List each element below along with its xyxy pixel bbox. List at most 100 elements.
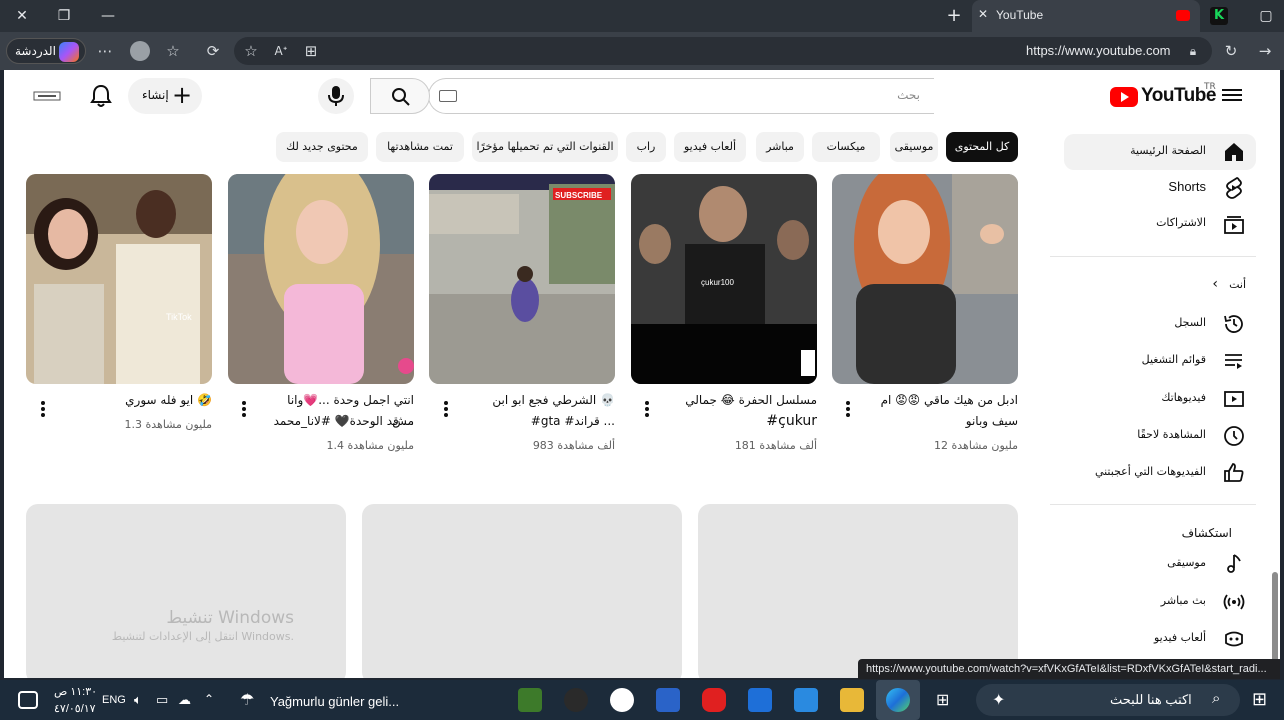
chip-gaming[interactable]: ألعاب فيديو (674, 132, 746, 162)
tray-overflow-icon[interactable]: ⌃ (204, 692, 214, 706)
address-bar[interactable]: ☆ Aᐩ ⊞ https://www.youtube.com 🔒︎ (234, 37, 1212, 65)
taskbar-search-placeholder: اكتب هنا للبحث (1110, 692, 1192, 707)
sidebar-item-label: الصفحة الرئيسية (1130, 144, 1206, 157)
create-button[interactable]: إنشاء + (128, 78, 202, 114)
close-window-icon[interactable]: ✕ (10, 4, 34, 28)
input-language[interactable]: ENG (102, 694, 126, 706)
sidebar-item-label: بث مباشر (1160, 594, 1206, 607)
browser-tab[interactable]: ✕ YouTube (972, 0, 1200, 32)
short-thumbnail[interactable]: çukur100 (631, 174, 817, 384)
weather-news-text[interactable]: Yağmurlu günler geli... (270, 694, 399, 709)
edge-taskbar-button[interactable] (876, 680, 920, 720)
short-title[interactable]: الشرطي فجع ابو ابن 💀 (465, 390, 615, 411)
chip-music[interactable]: موسيقى (890, 132, 938, 162)
restore-window-icon[interactable]: ❐ (52, 4, 76, 28)
sidebar-item-your-videos[interactable]: فيديوهاتك (1064, 381, 1256, 417)
chip-watched[interactable]: تمت مشاهدتها (376, 132, 464, 162)
sidebar-scrollbar[interactable] (1272, 572, 1278, 668)
chip-live[interactable]: مباشر (756, 132, 804, 162)
guide-menu-icon[interactable] (1222, 86, 1242, 104)
chip-new-to-you[interactable]: محتوى جديد لك (276, 132, 368, 162)
app-mic-icon[interactable] (564, 688, 588, 712)
forward-icon[interactable]: → (1254, 40, 1276, 62)
onedrive-icon[interactable]: ☁ (178, 692, 191, 708)
sidebar-item-liked-videos[interactable]: الفيديوهات التي أعجبتني (1064, 455, 1256, 491)
search-button[interactable] (370, 78, 430, 114)
youtube-page: YouTube TR بحث إنشاء + كل المحتوى موسيقى… (4, 70, 1280, 678)
app-r-icon[interactable] (610, 688, 634, 712)
account-avatar[interactable] (32, 86, 62, 106)
notifications-bell-icon[interactable] (90, 84, 112, 108)
sidebar-item-shorts[interactable]: Shorts (1064, 170, 1256, 206)
short-title-line2[interactable]: #çukur (667, 411, 817, 432)
minimize-window-icon[interactable]: — (96, 4, 120, 28)
app-v-icon[interactable] (518, 688, 542, 712)
clock-date[interactable]: ٤٧/٠٥/١٧ (54, 702, 96, 715)
short-thumbnail[interactable] (228, 174, 414, 384)
notifications-icon[interactable] (18, 691, 38, 709)
more-actions-icon[interactable] (242, 401, 246, 417)
more-actions-icon[interactable] (645, 401, 649, 417)
file-explorer-icon[interactable] (840, 688, 864, 712)
outlook-icon[interactable] (748, 688, 772, 712)
extensions-icon[interactable]: ⟳ (202, 40, 224, 62)
more-actions-icon[interactable] (41, 401, 45, 417)
short-thumbnail[interactable]: TikTok (26, 174, 212, 384)
chip-mixes[interactable]: ميكسات (812, 132, 880, 162)
short-title-line2[interactable]: #gta #قراند ... (465, 411, 615, 432)
short-title-line2[interactable]: قد الوحدة🖤 #لانا_محمد ... (264, 411, 414, 432)
more-options-icon[interactable]: ⋯ (94, 40, 116, 62)
network-icon[interactable]: ▭ (156, 692, 168, 708)
sidebar-item-gaming[interactable]: ألعاب فيديو (1064, 621, 1256, 657)
tab-close-icon[interactable]: ✕ (978, 7, 988, 21)
sidebar-you-header[interactable]: أنت ‹ (1064, 268, 1256, 304)
watermark-subtitle: انتقل إلى الإعدادات لتنشيط Windows. (111, 630, 294, 643)
refresh-icon[interactable]: ↻ (1220, 40, 1242, 62)
add-favorite-icon[interactable]: ☆ (240, 40, 262, 62)
keyboard-icon[interactable] (439, 90, 457, 102)
short-title-line2[interactable]: سيف وبانو (868, 411, 1018, 432)
more-actions-icon[interactable] (846, 401, 850, 417)
chip-recently-uploaded[interactable]: القنوات التي تم تحميلها مؤخرًا (472, 132, 618, 162)
sidebar-item-subscriptions[interactable]: الاشتراكات (1064, 206, 1256, 242)
youtube-app-icon[interactable] (702, 688, 726, 712)
read-aloud-icon[interactable]: Aᐩ (270, 40, 292, 62)
chip-all[interactable]: كل المحتوى (946, 132, 1018, 162)
subscribe-badge: SUBSCRIBE (555, 191, 603, 200)
favorites-icon[interactable]: ☆ (162, 40, 184, 62)
store-icon[interactable] (794, 688, 818, 712)
sidebar-item-home[interactable]: الصفحة الرئيسية (1064, 134, 1256, 170)
short-title[interactable]: مسلسل الحفرة 😂 جمالي (667, 390, 817, 411)
youtube-logo[interactable]: YouTube TR (1110, 82, 1216, 108)
split-screen-icon[interactable]: ⊞ (300, 40, 322, 62)
weather-icon[interactable]: ☂ (240, 690, 254, 710)
sidebar-item-live[interactable]: بث مباشر (1064, 584, 1256, 620)
profile-avatar[interactable] (130, 41, 150, 61)
tab-actions-icon[interactable]: ▢ (1254, 4, 1278, 28)
sidebar-item-playlists[interactable]: قوائم التشغيل (1064, 343, 1256, 379)
sidebar-item-history[interactable]: السجل (1064, 306, 1256, 342)
k-app-icon[interactable]: K (1210, 7, 1228, 25)
new-tab-icon[interactable]: + (942, 4, 966, 28)
sidebar-item-watch-later[interactable]: المشاهدة لاحقًا (1064, 418, 1256, 454)
clock-time[interactable]: ١١:٣٠ ص (54, 685, 97, 698)
start-menu-icon[interactable]: ⊞ (1252, 689, 1267, 710)
task-view-icon[interactable]: ⊞ (936, 690, 949, 710)
volume-icon[interactable]: 🔈︎ (134, 692, 142, 708)
chip-rap[interactable]: راب (626, 132, 666, 162)
chevron-icon: ‹ (1212, 276, 1218, 292)
copilot-chat-button[interactable]: الدردشة (6, 38, 86, 64)
taskbar-search-box[interactable]: ✦ اكتب هنا للبحث ⌕ (976, 684, 1240, 716)
search-input[interactable]: بحث (428, 78, 934, 114)
more-actions-icon[interactable] (444, 401, 448, 417)
short-title[interactable]: ايو فله سوري 🤣 (62, 390, 212, 411)
short-title[interactable]: ادبل من هيك ماقي 😡😡 ام (868, 390, 1018, 411)
short-thumbnail-image (832, 174, 1018, 384)
voice-search-button[interactable] (318, 78, 354, 114)
short-thumbnail[interactable] (832, 174, 1018, 384)
short-thumbnail[interactable]: SUBSCRIBE (429, 174, 615, 384)
site-info-icon[interactable]: 🔒︎ (1182, 40, 1204, 62)
windows-activation-watermark: تنشيط Windows انتقل إلى الإعدادات لتنشيط… (64, 608, 294, 643)
app-blue-icon[interactable] (656, 688, 680, 712)
sidebar-item-music[interactable]: موسيقى (1064, 546, 1256, 582)
